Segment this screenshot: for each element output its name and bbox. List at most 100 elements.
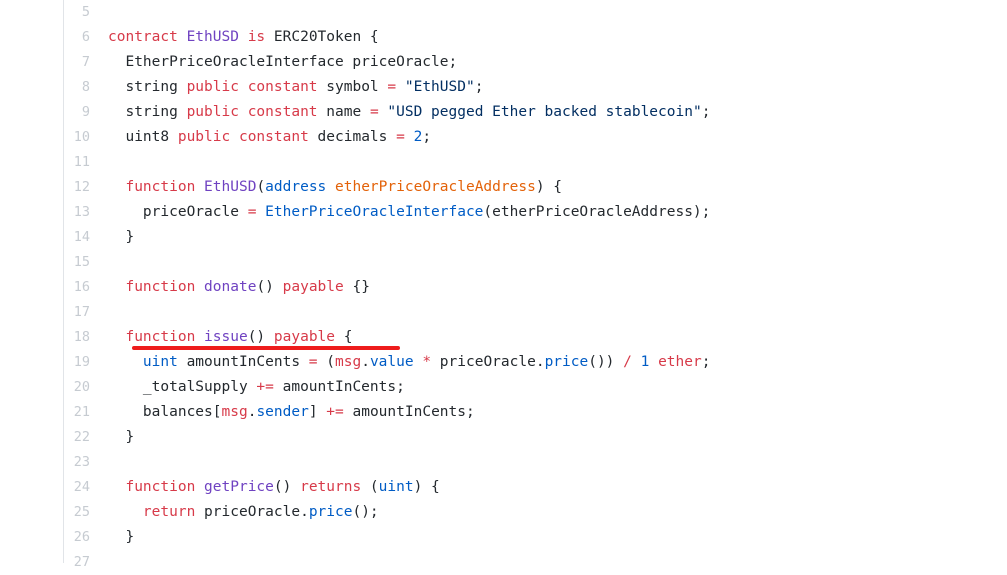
token-keyword: constant bbox=[238, 129, 309, 145]
code-line: 10 uint8 public constant decimals = 2; bbox=[0, 125, 1007, 150]
token-plain: string bbox=[108, 104, 187, 120]
code-line: 21 balances[msg.sender] += amountInCents… bbox=[0, 400, 1007, 425]
token-type: uint bbox=[142, 354, 178, 370]
token-keyword: msg bbox=[221, 404, 248, 420]
token-plain: amountInCents; bbox=[343, 404, 475, 420]
line-number[interactable]: 6 bbox=[0, 25, 108, 50]
code-line-content[interactable]: uint amountInCents = (msg.value * priceO… bbox=[108, 350, 1007, 375]
code-line-content[interactable]: return priceOracle.price(); bbox=[108, 500, 1007, 525]
token-keyword: is bbox=[247, 29, 266, 45]
line-number[interactable]: 18 bbox=[0, 325, 108, 350]
code-line-content[interactable]: } bbox=[108, 525, 1007, 550]
token-keyword: ether bbox=[658, 354, 702, 370]
code-line-content[interactable]: _totalSupply += amountInCents; bbox=[108, 375, 1007, 400]
token-keyword: / bbox=[623, 354, 632, 370]
token-type: value bbox=[369, 354, 414, 370]
token-keyword: constant bbox=[247, 79, 318, 95]
line-number[interactable]: 12 bbox=[0, 175, 108, 200]
line-number[interactable]: 25 bbox=[0, 500, 108, 525]
code-line: 11 bbox=[0, 150, 1007, 175]
line-number[interactable]: 23 bbox=[0, 450, 108, 475]
token-plain: priceOracle. bbox=[195, 504, 309, 520]
line-number[interactable]: 15 bbox=[0, 250, 108, 275]
token-string: "USD pegged Ether backed stablecoin" bbox=[387, 104, 702, 120]
line-number[interactable]: 17 bbox=[0, 300, 108, 325]
token-param: etherPriceOracleAddress bbox=[335, 179, 536, 195]
line-number[interactable]: 13 bbox=[0, 200, 108, 225]
token-plain: ] bbox=[308, 404, 327, 420]
code-line-content[interactable]: balances[msg.sender] += amountInCents; bbox=[108, 400, 1007, 425]
token-entity: donate bbox=[204, 279, 257, 295]
token-plain: ( bbox=[317, 354, 335, 370]
code-line-content[interactable]: } bbox=[108, 225, 1007, 250]
token-keyword: return bbox=[142, 504, 196, 520]
code-line-content[interactable]: function getPrice() returns (uint) { bbox=[108, 475, 1007, 500]
token-keyword: public bbox=[186, 104, 239, 120]
token-keyword: function bbox=[125, 329, 196, 345]
code-line-content[interactable]: string public constant name = "USD pegge… bbox=[108, 100, 1007, 125]
line-number[interactable]: 8 bbox=[0, 75, 108, 100]
code-line-content[interactable]: function EthUSD(address etherPriceOracle… bbox=[108, 175, 1007, 200]
code-line-content[interactable]: } bbox=[108, 425, 1007, 450]
line-number[interactable]: 11 bbox=[0, 150, 108, 175]
code-line: 17 bbox=[0, 300, 1007, 325]
token-plain: ; bbox=[701, 104, 711, 120]
token-keyword: payable bbox=[273, 329, 336, 345]
line-number[interactable]: 7 bbox=[0, 50, 108, 75]
line-number[interactable]: 5 bbox=[0, 0, 108, 25]
line-number[interactable]: 24 bbox=[0, 475, 108, 500]
code-line-content[interactable]: EtherPriceOracleInterface priceOracle; bbox=[108, 50, 1007, 75]
line-number[interactable]: 19 bbox=[0, 350, 108, 375]
token-plain: EtherPriceOracleInterface priceOracle; bbox=[108, 54, 458, 70]
token-plain: } bbox=[108, 529, 135, 545]
code-line-content[interactable]: string public constant symbol = "EthUSD"… bbox=[108, 75, 1007, 100]
token-plain: priceOracle bbox=[108, 204, 248, 220]
token-entity: getPrice bbox=[204, 479, 274, 495]
token-entity: EthUSD bbox=[204, 179, 257, 195]
token-plain: priceOracle. bbox=[431, 354, 545, 370]
line-number[interactable]: 22 bbox=[0, 425, 108, 450]
code-line-content[interactable]: priceOracle = EtherPriceOracleInterface(… bbox=[108, 200, 1007, 225]
token-plain: ) { bbox=[535, 179, 563, 195]
code-line: 19 uint amountInCents = (msg.value * pri… bbox=[0, 350, 1007, 375]
line-number[interactable]: 9 bbox=[0, 100, 108, 125]
code-line-content[interactable]: uint8 public constant decimals = 2; bbox=[108, 125, 1007, 150]
token-keyword: = bbox=[308, 354, 318, 370]
code-line: 8 string public constant symbol = "EthUS… bbox=[0, 75, 1007, 100]
line-number[interactable]: 16 bbox=[0, 275, 108, 300]
line-number[interactable]: 26 bbox=[0, 525, 108, 550]
token-type: price bbox=[308, 504, 353, 520]
code-line-content[interactable]: contract EthUSD is ERC20Token { bbox=[108, 25, 1007, 50]
token-plain: amountInCents bbox=[177, 354, 309, 370]
line-number[interactable]: 14 bbox=[0, 225, 108, 250]
token-plain: } bbox=[108, 229, 135, 245]
token-plain: ()) bbox=[588, 354, 624, 370]
code-line: 24 function getPrice() returns (uint) { bbox=[0, 475, 1007, 500]
code-line: 9 string public constant name = "USD peg… bbox=[0, 100, 1007, 125]
code-line: 7 EtherPriceOracleInterface priceOracle; bbox=[0, 50, 1007, 75]
code-line: 16 function donate() payable {} bbox=[0, 275, 1007, 300]
token-plain: . bbox=[361, 354, 370, 370]
token-plain: balances[ bbox=[108, 404, 222, 420]
code-line-content[interactable]: function donate() payable {} bbox=[108, 275, 1007, 300]
token-plain: ; bbox=[474, 79, 484, 95]
token-keyword: constant bbox=[247, 104, 318, 120]
line-number[interactable]: 21 bbox=[0, 400, 108, 425]
token-type: address bbox=[265, 179, 327, 195]
line-number[interactable]: 10 bbox=[0, 125, 108, 150]
token-keyword: function bbox=[125, 179, 196, 195]
token-entity: EthUSD bbox=[186, 29, 239, 45]
code-line: 26 } bbox=[0, 525, 1007, 550]
token-plain: ( bbox=[361, 479, 379, 495]
line-number[interactable]: 20 bbox=[0, 375, 108, 400]
code-viewer: 5 6 contract EthUSD is ERC20Token {7 Ether… bbox=[0, 0, 1007, 570]
